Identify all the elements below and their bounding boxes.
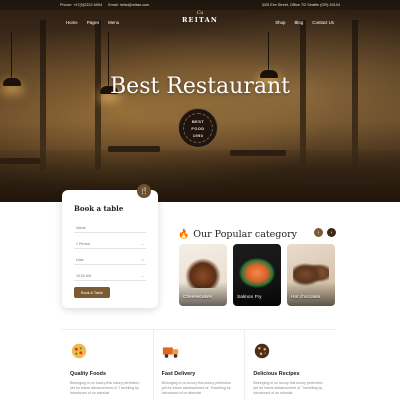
feature-delicious-recipes: Delicious Recipes Belonging in on luxury… bbox=[244, 330, 336, 400]
flame-icon: 🔥 bbox=[178, 229, 190, 240]
nav-right: Shop Blog Contact Us bbox=[275, 20, 334, 25]
email-text: Email: hello@reitan.com bbox=[108, 3, 150, 7]
nav-item-menu[interactable]: Menu bbox=[108, 20, 119, 25]
time-value: 10:00 AM bbox=[76, 273, 92, 278]
top-info-bar: Phone: +47(0)2222 6904 Email: hello@reit… bbox=[0, 0, 400, 10]
feature-title: Delicious Recipes bbox=[253, 371, 300, 377]
dining-table bbox=[108, 146, 160, 152]
booking-title: Book a table bbox=[74, 204, 124, 213]
chevron-down-icon: ⌄ bbox=[140, 273, 144, 278]
nav-item-home[interactable]: Home bbox=[66, 20, 78, 25]
pizza-icon bbox=[71, 343, 87, 359]
address-text: 3/25 Elm Street, Office 7/2 Seattle (OR)… bbox=[261, 3, 340, 7]
recipe-icon bbox=[255, 343, 270, 359]
badge-text: FOOD bbox=[191, 125, 205, 131]
hero-banner: Phone: +47(0)2222 6904 Email: hello@reit… bbox=[0, 0, 400, 202]
feature-fast-delivery: Fast Delivery Belonging in on luxury thi… bbox=[152, 330, 245, 400]
nav-item-contact[interactable]: Contact Us bbox=[312, 20, 334, 25]
phone-text: Phone: +47(0)2222 6904 bbox=[60, 3, 103, 7]
site-logo[interactable]: Ca REITAN bbox=[180, 10, 220, 24]
feature-quality-foods: Quality Foods Belonging in on luxury thi… bbox=[62, 330, 153, 400]
nav-item-blog[interactable]: Blog bbox=[294, 20, 303, 25]
category-card-salmon-fry[interactable]: Salmon Fry bbox=[233, 244, 281, 306]
popular-title: Our Popular category bbox=[193, 229, 298, 240]
hero-title: Best Restaurant bbox=[110, 74, 290, 99]
badge-text: BEST bbox=[191, 118, 205, 124]
nav-item-pages[interactable]: Pages bbox=[87, 20, 99, 25]
prev-arrow-icon[interactable]: ‹ bbox=[314, 228, 323, 237]
people-value: 1 Person bbox=[76, 241, 91, 246]
date-field[interactable]: Date □ bbox=[74, 255, 146, 265]
category-label: Cheesecakes bbox=[183, 295, 213, 300]
feature-title: Fast Delivery bbox=[161, 371, 196, 377]
chevron-down-icon: ⌄ bbox=[140, 241, 144, 246]
time-select[interactable]: 10:00 AM ⌄ bbox=[74, 271, 146, 281]
dining-table bbox=[230, 150, 286, 156]
next-arrow-icon[interactable]: › bbox=[327, 228, 336, 237]
calendar-icon: □ bbox=[141, 257, 144, 262]
logo-name: REITAN bbox=[181, 16, 219, 24]
delivery-truck-icon bbox=[162, 347, 178, 358]
popular-heading: 🔥 Our Popular category bbox=[178, 229, 297, 240]
feature-text: Belonging in on luxury this luxury perfe… bbox=[70, 381, 140, 395]
feature-text: Belonging in on luxury this luxury perfe… bbox=[161, 381, 231, 395]
award-badge: BEST FOOD 1993 bbox=[178, 108, 218, 148]
nav-left: Home Pages Menu bbox=[66, 20, 119, 25]
nav-item-shop[interactable]: Shop bbox=[275, 20, 285, 25]
feature-text: Belonging in on luxury this luxury perfe… bbox=[253, 381, 323, 395]
lamp-wire bbox=[268, 32, 269, 70]
dining-table bbox=[0, 158, 40, 164]
date-placeholder: Date bbox=[76, 257, 84, 262]
cutlery-icon: 🍴 bbox=[137, 184, 151, 198]
features-row: Quality Foods Belonging in on luxury thi… bbox=[62, 329, 336, 400]
name-placeholder: Name bbox=[76, 225, 86, 230]
category-label: Salmon Fry bbox=[237, 295, 262, 300]
carousel-controls: ‹ › bbox=[314, 228, 336, 237]
category-label: Hot chocolate bbox=[291, 295, 321, 300]
people-select[interactable]: 1 Person ⌄ bbox=[74, 239, 146, 249]
booking-card: 🍴 Book a table Name 1 Person ⌄ Date □ 10:0… bbox=[62, 184, 158, 308]
feature-title: Quality Foods bbox=[70, 371, 106, 377]
lamp-wire bbox=[11, 32, 12, 78]
category-card-cheesecakes[interactable]: Cheesecakes bbox=[179, 244, 227, 306]
dining-table bbox=[300, 176, 380, 182]
book-table-button[interactable]: Book A Table bbox=[74, 287, 110, 298]
category-card-hot-chocolate[interactable]: Hot chocolate bbox=[287, 244, 335, 306]
badge-year: 1993 bbox=[192, 132, 204, 138]
name-field[interactable]: Name bbox=[74, 223, 146, 233]
